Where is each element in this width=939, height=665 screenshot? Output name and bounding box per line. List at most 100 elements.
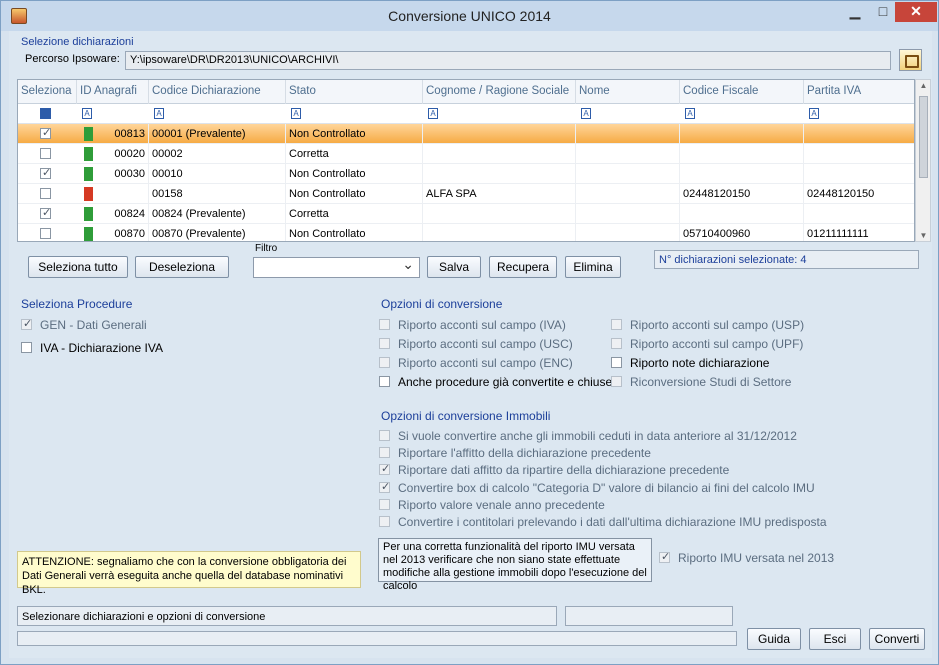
close-button[interactable]: ✕: [895, 2, 937, 22]
convert-button[interactable]: Converti: [869, 628, 925, 650]
option-label: Riportare l'affitto della dichiarazione …: [398, 446, 651, 461]
column-header-select[interactable]: Seleziona: [18, 80, 77, 104]
deselect-button[interactable]: Deseleziona: [135, 256, 229, 278]
option-checkbox-row: Riportare l'affitto della dichiarazione …: [379, 446, 651, 461]
checkbox: [379, 319, 390, 330]
checkbox: [659, 550, 670, 563]
cell-state: Non Controllato: [286, 184, 423, 204]
cell-code: 00010: [149, 164, 286, 184]
cell-surname: [423, 124, 576, 144]
option-checkbox-row: Convertire i contitolari prelevando i da…: [379, 515, 827, 530]
option-label: Riporto note dichiarazione: [630, 356, 770, 370]
cell-surname: [423, 204, 576, 224]
cell-name: [576, 164, 680, 184]
cell-cf: [680, 124, 804, 144]
option-label: Riporto acconti sul campo (UPF): [630, 337, 804, 351]
checkbox: [611, 376, 622, 387]
cell-state: Corretta: [286, 144, 423, 164]
checkbox[interactable]: [611, 357, 622, 368]
text-filter-icon[interactable]: A: [82, 108, 92, 119]
option-checkbox-row[interactable]: Riporto note dichiarazione: [611, 356, 769, 371]
minimize-button[interactable]: ▁: [841, 2, 869, 22]
declarations-grid: Seleziona ID Anagrafi Codice Dichiarazio…: [17, 79, 915, 242]
table-row[interactable]: 0003000010Non Controllato: [18, 164, 914, 184]
cell-piva: 02448120150: [804, 184, 914, 204]
column-header-id[interactable]: ID Anagrafi: [77, 80, 149, 104]
option-label: Riporto acconti sul campo (ENC): [398, 356, 573, 370]
option-checkbox-row: Riporto IMU versata nel 2013: [659, 550, 834, 566]
cell-name: [576, 124, 680, 144]
column-header-name[interactable]: Nome: [576, 80, 680, 104]
help-button[interactable]: Guida: [747, 628, 801, 650]
option-label: IVA - Dichiarazione IVA: [40, 341, 163, 355]
scroll-thumb[interactable]: [919, 96, 928, 178]
checkbox: [379, 357, 390, 368]
path-field[interactable]: Y:\ipsoware\DR\DR2013\UNICO\ARCHIVI\: [125, 51, 891, 70]
column-header-surname[interactable]: Cognome / Ragione Sociale: [423, 80, 576, 104]
cell-cf: 05710400960: [680, 224, 804, 241]
table-row[interactable]: 00870 00870 (Prevalente) Non Controllato 05…: [18, 224, 914, 241]
column-header-vat[interactable]: Partita IVA: [804, 80, 914, 104]
checkbox[interactable]: [21, 342, 32, 353]
browse-folder-button[interactable]: [899, 49, 922, 71]
cell-state: Corretta: [286, 204, 423, 224]
row-select-checkbox[interactable]: [40, 166, 51, 179]
row-select-checkbox[interactable]: [40, 206, 51, 219]
select-all-filter-checkbox[interactable]: [40, 108, 51, 119]
cell-code: 00158: [149, 184, 286, 204]
checkbox: [379, 430, 390, 441]
cell-surname: [423, 224, 576, 241]
text-filter-icon[interactable]: A: [154, 108, 164, 119]
option-checkbox-row: Riporto acconti sul campo (IVA): [379, 318, 566, 333]
save-filter-button[interactable]: Salva: [427, 256, 481, 278]
checkbox: [379, 338, 390, 349]
recover-filter-button[interactable]: Recupera: [489, 256, 557, 278]
row-select-checkbox[interactable]: [40, 188, 51, 199]
option-label: GEN - Dati Generali: [40, 318, 147, 332]
select-all-button[interactable]: Seleziona tutto: [28, 256, 128, 278]
table-row[interactable]: 0081300001 (Prevalente)Non Controllato: [18, 124, 914, 144]
checkbox: [379, 516, 390, 527]
row-select-checkbox[interactable]: [40, 228, 51, 239]
option-checkbox-row[interactable]: Anche procedure già convertite e chiuse: [379, 375, 612, 390]
column-header-code[interactable]: Codice Dichiarazione: [149, 80, 286, 104]
delete-filter-button[interactable]: Elimina: [565, 256, 621, 278]
cell-state: Non Controllato: [286, 164, 423, 184]
path-label: Percorso Ipsoware:: [25, 53, 120, 65]
scroll-down-icon[interactable]: ▼: [919, 231, 928, 240]
cell-state: Non Controllato: [286, 224, 423, 241]
property-options-title: Opzioni di conversione Immobili: [381, 409, 551, 423]
option-label: Riporto acconti sul campo (USC): [398, 337, 573, 351]
column-header-state[interactable]: Stato: [286, 80, 423, 104]
text-filter-icon[interactable]: A: [428, 108, 438, 119]
text-filter-icon[interactable]: A: [809, 108, 819, 119]
cell-surname: [423, 144, 576, 164]
option-checkbox-row: Riporto acconti sul campo (USP): [611, 318, 804, 333]
text-filter-icon[interactable]: A: [581, 108, 591, 119]
table-row[interactable]: 00158 Non Controllato ALFA SPA 02448120150 0…: [18, 184, 914, 204]
warning-box: ATTENZIONE: segnaliamo che con la conver…: [17, 551, 361, 596]
table-row[interactable]: 00020 00002 Corretta: [18, 144, 914, 164]
column-header-fiscal-code[interactable]: Codice Fiscale: [680, 80, 804, 104]
grid-scrollbar[interactable]: ▲ ▼: [915, 79, 931, 242]
option-checkbox-row: Riporto acconti sul campo (UPF): [611, 337, 803, 352]
cell-state: Non Controllato: [286, 124, 423, 144]
option-label: Riporto valore venale anno precedente: [398, 497, 605, 512]
checkbox: [379, 480, 390, 493]
filter-dropdown[interactable]: [253, 256, 420, 278]
exit-button[interactable]: Esci: [809, 628, 861, 650]
text-filter-icon[interactable]: A: [685, 108, 695, 119]
table-row[interactable]: 0082400824 (Prevalente)Corretta: [18, 204, 914, 224]
scroll-up-icon[interactable]: ▲: [919, 81, 928, 90]
row-select-checkbox[interactable]: [40, 126, 51, 139]
row-select-checkbox[interactable]: [40, 148, 51, 159]
cell-code: 00001 (Prevalente): [149, 124, 286, 144]
option-checkbox-row[interactable]: IVA - Dichiarazione IVA: [21, 341, 163, 356]
checkbox: [379, 498, 390, 510]
selection-section-title: Selezione dichiarazioni: [21, 36, 134, 48]
text-filter-icon[interactable]: A: [291, 108, 301, 119]
window-title: Conversione UNICO 2014: [388, 8, 551, 24]
maximize-button[interactable]: □: [869, 2, 897, 22]
conversion-options-title: Opzioni di conversione: [381, 297, 503, 311]
checkbox[interactable]: [379, 376, 390, 387]
